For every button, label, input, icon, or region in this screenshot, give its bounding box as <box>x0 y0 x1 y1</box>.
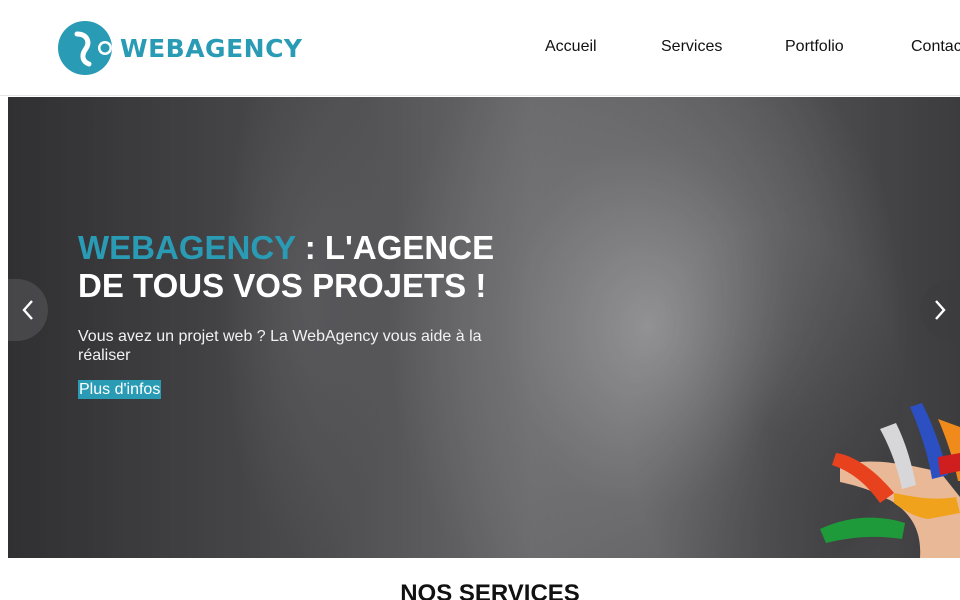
services-section-title: NOS SERVICES <box>400 580 580 600</box>
nav-item-contact[interactable]: Contac <box>911 38 960 56</box>
carousel-prev-button[interactable] <box>8 279 48 341</box>
more-info-link[interactable]: Plus d'infos <box>78 380 162 399</box>
nav-item-accueil[interactable]: Accueil <box>545 38 597 56</box>
nav-item-portfolio[interactable]: Portfolio <box>785 38 844 56</box>
chevron-right-icon <box>935 300 946 320</box>
nav-item-services[interactable]: Services <box>661 38 722 56</box>
chevron-left-icon <box>22 300 33 320</box>
hero-title-brand: WEBAGENCY <box>78 229 296 266</box>
hero-carousel: WEBAGENCY : L'AGENCE DE TOUS VOS PROJETS… <box>8 97 960 558</box>
hero-subtitle: Vous avez un projet web ? La WebAgency v… <box>78 328 482 364</box>
main-nav: Accueil Services Portfolio Contac <box>0 38 960 60</box>
hero-content: WEBAGENCY : L'AGENCE DE TOUS VOS PROJETS… <box>78 229 508 399</box>
site-header: WEBAGENCY Accueil Services Portfolio Con… <box>0 0 960 96</box>
hero-title: WEBAGENCY : L'AGENCE DE TOUS VOS PROJETS… <box>78 229 508 305</box>
